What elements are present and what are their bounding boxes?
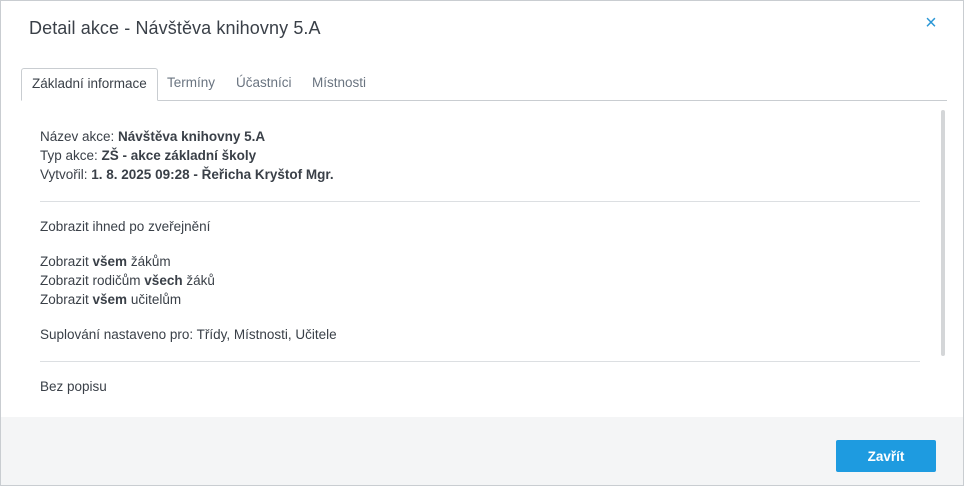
event-type-value: ZŠ - akce základní školy — [101, 148, 257, 163]
tab-rooms[interactable]: Místnosti — [312, 68, 366, 99]
description-text: Bez popisu — [40, 379, 107, 394]
tab-basic-info[interactable]: Základní informace — [21, 68, 158, 101]
event-type-row: Typ akce: ZŠ - akce základní školy — [40, 148, 256, 163]
parents-visibility-bold: všech — [144, 273, 183, 288]
dialog-footer: Zavřít — [1, 417, 963, 485]
parents-visibility-pre: Zobrazit rodičům — [40, 273, 145, 288]
event-name-value: Návštěva knihovny 5.A — [118, 129, 266, 144]
teachers-visibility-row: Zobrazit všem učitelům — [40, 292, 181, 307]
substitution-text: Suplování nastaveno pro: Třídy, Místnost… — [40, 327, 337, 342]
teachers-visibility-bold: všem — [92, 292, 128, 307]
created-by-label: Vytvořil: — [40, 167, 92, 182]
teachers-visibility-post: učitelům — [127, 292, 182, 307]
event-name-label: Název akce: — [40, 129, 119, 144]
students-visibility-pre: Zobrazit — [40, 254, 93, 269]
content-scrollbar[interactable] — [941, 110, 945, 356]
students-visibility-row: Zobrazit všem žákům — [40, 254, 171, 269]
publish-visibility-text: Zobrazit ihned po zveřejnění — [40, 219, 211, 234]
event-type-label: Typ akce: — [40, 148, 102, 163]
close-button[interactable]: Zavřít — [836, 440, 936, 472]
event-name-row: Název akce: Návštěva knihovny 5.A — [40, 129, 265, 144]
event-detail-dialog: Detail akce - Návštěva knihovny 5.A × Zá… — [0, 0, 964, 486]
dialog-title: Detail akce - Návštěva knihovny 5.A — [29, 18, 321, 38]
parents-visibility-post: žáků — [182, 273, 215, 288]
tab-dates[interactable]: Termíny — [167, 68, 215, 99]
tab-bar: Základní informace Termíny Účastníci Mís… — [21, 68, 947, 101]
tab-participants[interactable]: Účastníci — [236, 68, 292, 99]
tab-content: Název akce: Návštěva knihovny 5.A Typ ak… — [21, 101, 947, 417]
created-by-value: 1. 8. 2025 09:28 - Řeřicha Kryštof Mgr. — [91, 167, 334, 182]
teachers-visibility-pre: Zobrazit — [40, 292, 93, 307]
students-visibility-bold: všem — [92, 254, 128, 269]
divider — [40, 361, 920, 362]
divider — [40, 201, 920, 202]
created-by-row: Vytvořil: 1. 8. 2025 09:28 - Řeřicha Kry… — [40, 167, 334, 182]
parents-visibility-row: Zobrazit rodičům všech žáků — [40, 273, 215, 288]
close-icon[interactable]: × — [921, 13, 941, 33]
students-visibility-post: žákům — [127, 254, 171, 269]
